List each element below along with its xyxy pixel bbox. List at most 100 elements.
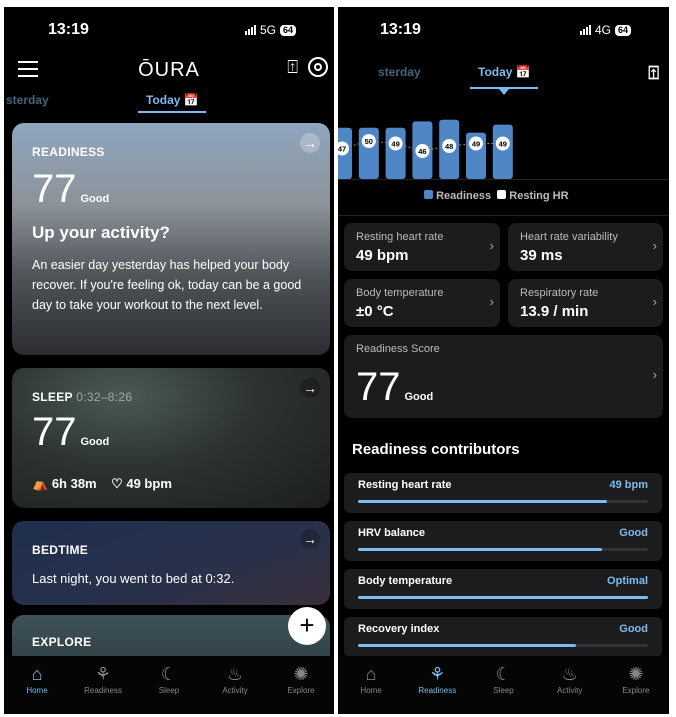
arrow-right-icon[interactable]: →: [300, 529, 320, 549]
chevron-right-icon: ›: [652, 294, 657, 309]
nav-activity[interactable]: ♨ Activity: [537, 656, 603, 714]
day-tabs: sterday Today 📅 ⍐: [338, 61, 669, 97]
divider: [338, 179, 669, 180]
chevron-right-icon: ›: [652, 238, 657, 253]
sleep-hr: 49 bpm: [126, 476, 172, 491]
score-value: 77: [32, 410, 77, 454]
nav-explore[interactable]: ✺ Explore: [603, 656, 669, 714]
tile-hrv[interactable]: Heart rate variability 39 ms ›: [508, 223, 663, 271]
tile-readiness-score[interactable]: Readiness Score 77 Good ›: [344, 335, 663, 418]
sleep-time-range: 0:32–8:26: [76, 390, 133, 404]
progress-fill: [358, 548, 602, 551]
bottom-nav: ⌂ Home ⚘ Readiness ☾ Sleep ♨ Activity ✺ Explo…: [338, 656, 669, 714]
progress-track: [358, 548, 648, 551]
readiness-bar[interactable]: [492, 124, 513, 179]
sprout-icon: ⚘: [429, 664, 446, 684]
contributor-row[interactable]: Recovery index Good: [344, 617, 662, 657]
status-time: 13:19: [48, 21, 89, 38]
bedtime-card[interactable]: BEDTIME → Last night, you went to bed at…: [12, 521, 330, 605]
add-button[interactable]: +: [288, 607, 326, 645]
resting-hr-label: 50: [365, 137, 373, 146]
share-icon[interactable]: ⍐: [648, 63, 659, 84]
nav-home[interactable]: ⌂ Home: [4, 656, 70, 714]
arrow-right-icon[interactable]: →: [300, 378, 320, 398]
progress-fill: [358, 596, 648, 599]
status-bar: 13:19 5G 64: [4, 7, 334, 55]
readiness-bar[interactable]: [385, 127, 406, 179]
headline: Up your activity?: [32, 223, 170, 242]
nav-label: Readiness: [84, 686, 122, 695]
day-tabs: sterday Today 📅: [4, 89, 334, 113]
tab-today[interactable]: Today 📅: [478, 65, 531, 79]
nav-label: Readiness: [418, 686, 457, 695]
contributor-status: 49 bpm: [609, 479, 648, 491]
contributor-status: Good: [619, 623, 648, 635]
tile-resting-hr[interactable]: Resting heart rate 49 bpm ›: [344, 223, 500, 271]
battery-icon: 64: [279, 24, 296, 36]
progress-track: [358, 596, 648, 599]
tile-body-temp[interactable]: Body temperature ±0 °C ›: [344, 279, 500, 327]
resting-hr-label: 49: [391, 140, 399, 149]
signal-icon: [244, 25, 256, 35]
legend-swatch-hr: [497, 190, 507, 199]
sleep-score: 77 Good: [32, 410, 109, 455]
tab-today[interactable]: Today 📅: [146, 93, 199, 107]
score-value: 77: [356, 365, 401, 409]
bed-icon: ⛺: [32, 476, 49, 491]
card-body: An easier day yesterday has helped your …: [32, 258, 302, 312]
sleep-card[interactable]: SLEEP 0:32–8:26 → 77 Good ⛺ 6h 38m ♡ 49 b…: [12, 368, 330, 508]
readiness-card[interactable]: READINESS → 77 Good Up your activity? An …: [12, 123, 330, 355]
battery-icon: 64: [614, 24, 631, 36]
flame-icon: ♨: [226, 664, 244, 684]
bottom-nav: ⌂ Home ⚘ Readiness ☾ Sleep ♨ Activity ✺ Explo…: [4, 656, 334, 714]
nav-label: Sleep: [493, 686, 514, 695]
nav-readiness[interactable]: ⚘ Readiness: [404, 656, 470, 714]
nav-label: Explore: [287, 686, 315, 695]
status-bar: 13:19 4G 64: [338, 7, 669, 55]
progress-fill: [358, 500, 608, 503]
nav-label: Explore: [622, 686, 650, 695]
card-title: READINESS: [32, 145, 105, 159]
card-title: BEDTIME: [32, 543, 89, 557]
heart-icon: ♡: [111, 476, 123, 491]
readiness-score: 77 Good: [356, 365, 433, 410]
nav-label: Activity: [222, 686, 248, 695]
home-icon: ⌂: [365, 664, 377, 684]
score-quality: Good: [80, 436, 110, 448]
signal-icon: [579, 25, 591, 35]
nav-home[interactable]: ⌂ Home: [338, 656, 404, 714]
divider: [338, 215, 669, 216]
nav-label: Home: [360, 686, 382, 695]
tab-yesterday[interactable]: sterday: [6, 93, 49, 107]
contributor-row[interactable]: HRV balance Good: [344, 521, 662, 561]
arrow-right-icon[interactable]: →: [300, 133, 320, 153]
tile-label: Readiness Score: [356, 343, 440, 355]
nav-sleep[interactable]: ☾ Sleep: [470, 656, 536, 714]
network-type: 5G: [259, 23, 276, 37]
tab-yesterday[interactable]: sterday: [378, 65, 421, 79]
chart-legend: Readiness Resting HR: [424, 190, 569, 202]
share-icon[interactable]: ⍐: [287, 57, 298, 78]
nav-label: Activity: [557, 686, 583, 695]
tile-label: Respiratory rate: [520, 287, 599, 299]
network-type: 4G: [594, 23, 611, 37]
ring-icon[interactable]: [308, 57, 328, 77]
contributor-row[interactable]: Resting heart rate 49 bpm: [344, 473, 662, 513]
resting-hr-label: 49: [499, 140, 507, 149]
contributor-name: HRV balance: [358, 527, 426, 539]
tile-value: 39 ms: [520, 247, 563, 264]
score-quality: Good: [404, 391, 434, 403]
nav-sleep[interactable]: ☾ Sleep: [136, 656, 202, 714]
nav-activity[interactable]: ♨ Activity: [202, 656, 268, 714]
chevron-right-icon: ›: [652, 367, 657, 382]
sleep-duration: 6h 38m: [51, 476, 97, 491]
chevron-right-icon: ›: [489, 294, 494, 309]
resting-hr-label: 47: [338, 145, 346, 154]
contributor-row[interactable]: Body temperature Optimal: [344, 569, 662, 609]
contributor-status: Good: [619, 527, 648, 539]
nav-explore[interactable]: ✺ Explore: [268, 656, 334, 714]
tile-value: ±0 °C: [356, 303, 394, 320]
tile-respiratory[interactable]: Respiratory rate 13.9 / min ›: [508, 279, 663, 327]
card-title-row: SLEEP 0:32–8:26: [32, 390, 132, 404]
nav-readiness[interactable]: ⚘ Readiness: [70, 656, 136, 714]
